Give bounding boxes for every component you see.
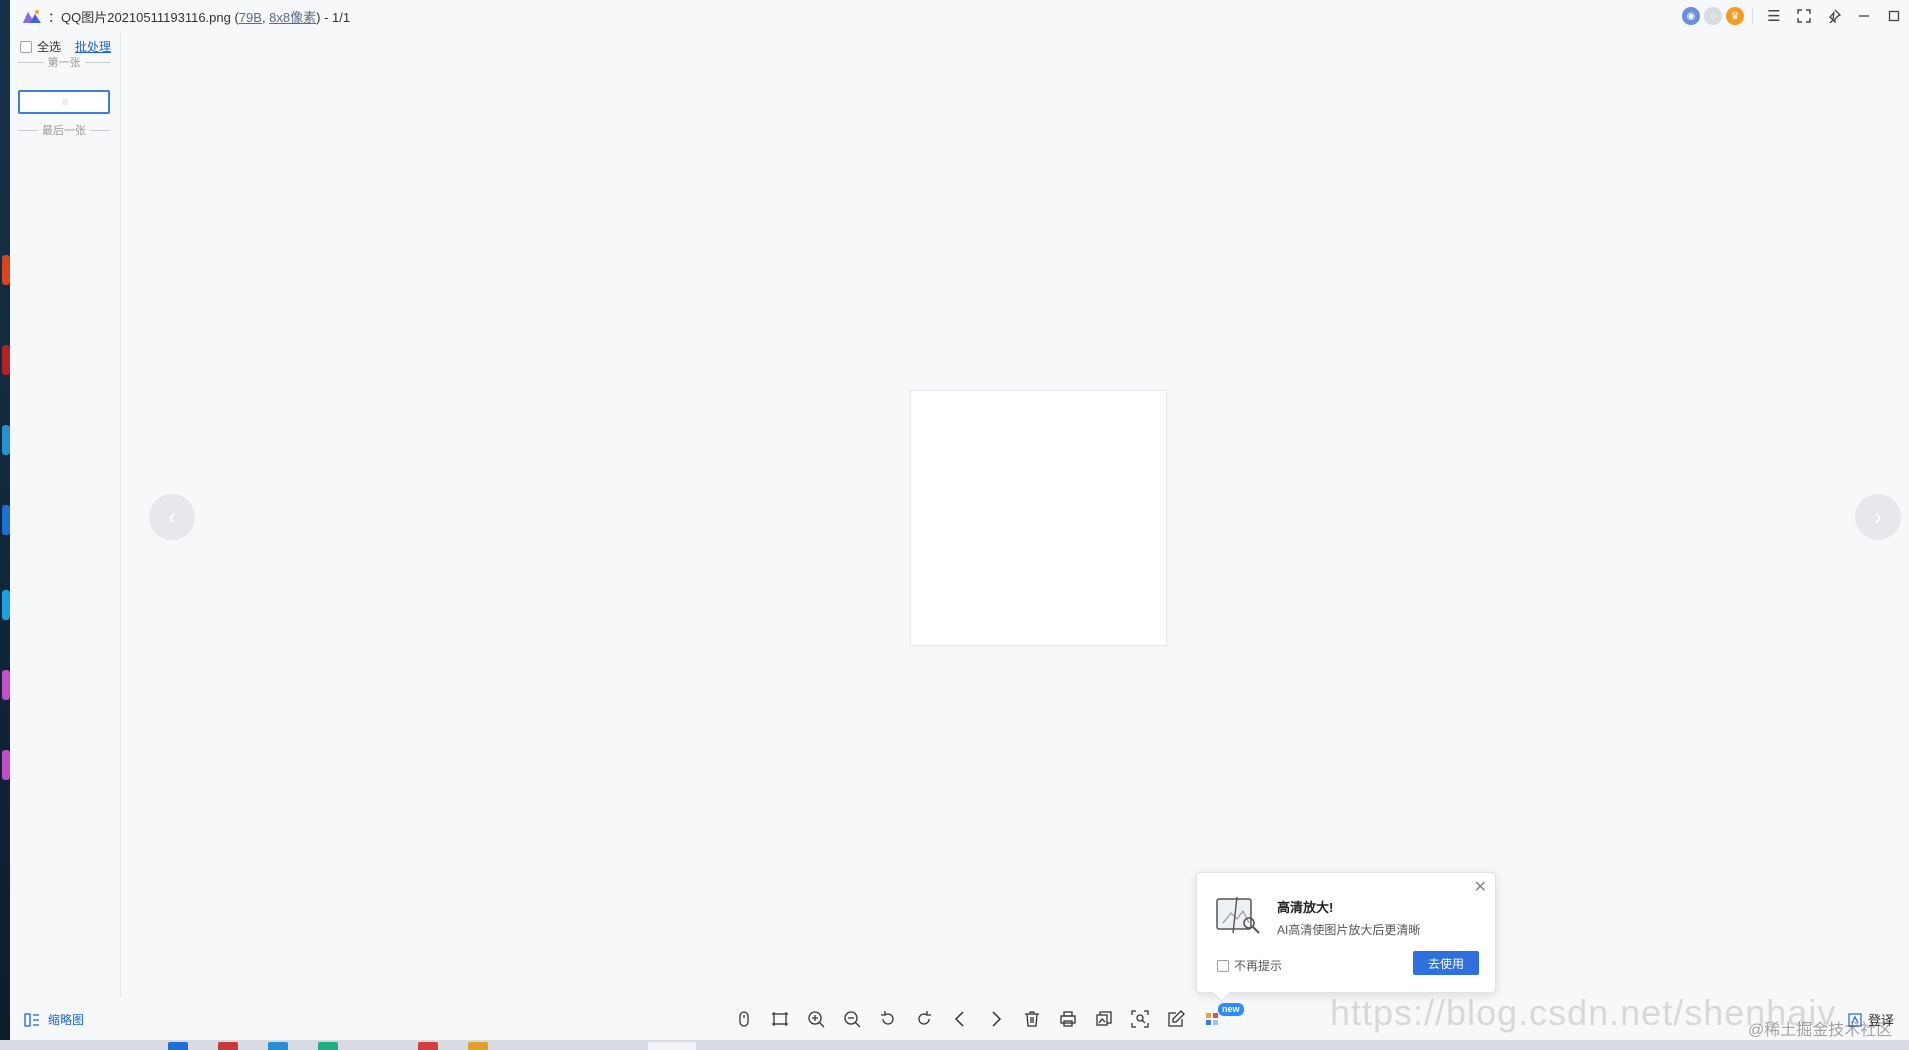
next-icon[interactable]: [978, 1005, 1014, 1033]
previous-icon[interactable]: [942, 1005, 978, 1033]
select-all-label[interactable]: 全选: [37, 38, 61, 55]
new-badge: new: [1218, 1003, 1244, 1016]
title-suffix: ) - 1/1: [316, 9, 351, 25]
taskbar-app-icon[interactable]: [168, 1042, 188, 1050]
desktop-app-icon[interactable]: [2, 750, 10, 780]
no-remind-row: 不再提示: [1217, 957, 1282, 974]
displayed-image[interactable]: [910, 390, 1167, 646]
taskbar-app-icon[interactable]: [468, 1042, 488, 1050]
no-remind-checkbox[interactable]: [1217, 959, 1229, 972]
vip-crown-icon[interactable]: ♛: [1726, 7, 1744, 25]
zoom-out-icon[interactable]: [834, 1005, 870, 1033]
taskbar-active-app[interactable]: [648, 1042, 696, 1050]
previous-image-button[interactable]: ‹: [149, 494, 195, 540]
close-icon[interactable]: ✕: [1474, 877, 1487, 897]
thumbnail-item[interactable]: [18, 90, 110, 114]
delete-icon[interactable]: [1014, 1005, 1050, 1033]
divider: [1752, 8, 1753, 24]
minimize-icon[interactable]: [1849, 0, 1879, 32]
mouse-mode-icon[interactable]: [726, 1005, 762, 1033]
batch-process-link[interactable]: 批处理: [75, 38, 111, 55]
desktop-background: [0, 0, 10, 1050]
image-canvas[interactable]: ‹ ›: [121, 32, 1909, 997]
hd-upscale-popup: ✕ 高清放大! AI高清使图片放大后更清晰 不再提示 去使用: [1196, 872, 1496, 993]
next-image-button[interactable]: ›: [1855, 494, 1901, 540]
watermark-community: @稀土掘金技术社区: [1748, 1022, 1893, 1039]
file-size-link[interactable]: 79B: [239, 10, 262, 25]
popup-title: 高清放大!: [1277, 900, 1334, 915]
desktop-app-icon[interactable]: [2, 505, 10, 535]
thumbnail-toggle-button[interactable]: 缩略图: [24, 1011, 84, 1028]
desktop-app-icon[interactable]: [2, 255, 10, 285]
title-filename: ：QQ图片20210511193116.png (: [48, 9, 239, 25]
fit-window-icon[interactable]: [762, 1005, 798, 1033]
last-image-divider: 最后一张: [18, 122, 110, 138]
dimensions-link[interactable]: 8x8像素: [269, 10, 316, 25]
taskbar-app-icon[interactable]: [418, 1042, 438, 1050]
select-all-row: 全选 批处理: [20, 38, 111, 55]
window-title: ：QQ图片20210511193116.png (79B, 8x8像素) - 1…: [48, 7, 350, 26]
chevron-left-icon: ‹: [168, 504, 176, 529]
rotate-right-icon[interactable]: [906, 1005, 942, 1033]
desktop-app-icon[interactable]: [2, 590, 10, 620]
hd-upscale-icon: [1216, 896, 1260, 934]
thumbnail-icon: [24, 1012, 39, 1027]
first-image-label: 第一张: [47, 57, 81, 69]
window-controls: ◉ ○ ♛ ☰: [1680, 0, 1909, 32]
desktop-app-icon[interactable]: [2, 345, 10, 375]
zoom-in-icon[interactable]: [798, 1005, 834, 1033]
first-image-divider: 第一张: [18, 54, 110, 70]
app-logo-icon: [23, 10, 41, 23]
copy-image-icon[interactable]: [1086, 1005, 1122, 1033]
taskbar-app-icon[interactable]: [268, 1042, 288, 1050]
no-remind-label[interactable]: 不再提示: [1234, 957, 1282, 974]
print-icon[interactable]: [1050, 1005, 1086, 1033]
select-all-checkbox[interactable]: [20, 40, 32, 53]
status-icon[interactable]: ○: [1704, 7, 1722, 25]
popup-description: AI高清使图片放大后更清晰: [1277, 923, 1421, 937]
ocr-scan-icon[interactable]: [1122, 1005, 1158, 1033]
desktop-app-icon[interactable]: [2, 425, 10, 455]
title-bar: ：QQ图片20210511193116.png (79B, 8x8像素) - 1…: [10, 0, 1909, 32]
last-image-label: 最后一张: [42, 125, 86, 137]
desktop-app-icon[interactable]: [2, 670, 10, 700]
menu-icon[interactable]: ☰: [1759, 0, 1789, 32]
use-now-button[interactable]: 去使用: [1413, 951, 1479, 975]
taskbar-app-icon[interactable]: [318, 1042, 338, 1050]
pin-icon[interactable]: [1819, 0, 1849, 32]
fullscreen-icon[interactable]: [1789, 0, 1819, 32]
account-avatar-icon[interactable]: ◉: [1682, 7, 1700, 25]
edit-icon[interactable]: [1158, 1005, 1194, 1033]
chevron-right-icon: ›: [1874, 504, 1882, 529]
taskbar-app-icon[interactable]: [218, 1042, 238, 1050]
taskbar: [0, 1040, 1909, 1050]
maximize-icon[interactable]: [1879, 0, 1909, 32]
tool-group: [726, 1005, 1230, 1033]
thumbnail-panel: 全选 批处理 第一张 最后一张: [10, 32, 121, 997]
image-viewer-window: ：QQ图片20210511193116.png (79B, 8x8像素) - 1…: [10, 0, 1909, 1040]
thumbnail-label: 缩略图: [48, 1013, 85, 1027]
rotate-left-icon[interactable]: [870, 1005, 906, 1033]
